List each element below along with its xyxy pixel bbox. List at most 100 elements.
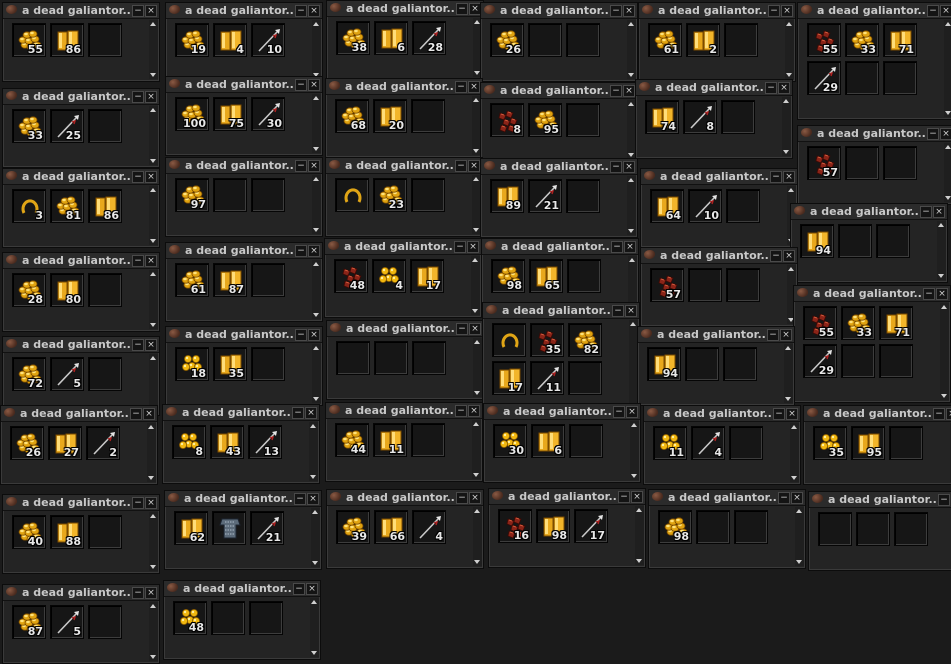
scroll-up-arrow-icon[interactable] [938,223,944,227]
loot-window[interactable]: a dead galiantor... − × 26 [480,2,638,82]
item-slot[interactable] [688,268,722,302]
close-button[interactable]: × [781,5,793,17]
minimize-button[interactable]: − [612,305,624,317]
loot-window[interactable]: a dead galiantor... − × 18 35 [165,326,323,406]
item-slot[interactable] [723,347,757,381]
close-button[interactable]: × [308,79,320,91]
window-titlebar[interactable]: a dead galiantor...−× [638,327,794,343]
scroll-up-arrow-icon[interactable] [472,258,478,262]
scroll-down-arrow-icon[interactable] [313,397,319,401]
minimize-button[interactable]: − [132,587,144,599]
loot-window[interactable]: a dead galiantor... − × 61 2 [638,2,796,82]
item-slot[interactable]: 40 [12,515,46,549]
scroll-up-arrow-icon[interactable] [473,177,479,181]
minimize-button[interactable]: − [927,5,939,17]
minimize-button[interactable]: − [610,161,622,173]
scroll-down-arrow-icon[interactable] [628,229,634,233]
item-slot[interactable]: 74 [645,100,679,134]
scroll-up-arrow-icon[interactable] [474,509,480,513]
item-slot[interactable]: 43 [210,425,244,459]
minimize-button[interactable]: − [456,492,468,504]
item-slot[interactable]: 17 [574,509,608,543]
minimize-button[interactable]: − [613,406,625,418]
loot-window[interactable]: a dead galiantor... − × 55 86 [2,2,160,82]
scroll-up-arrow-icon[interactable] [312,510,318,514]
window-titlebar[interactable]: a dead galiantor...−× [327,321,483,337]
item-slot[interactable]: 8 [490,103,524,137]
item-slot[interactable]: 10 [251,23,285,57]
loot-window[interactable]: a dead galiantor... − × 100 75 30 [165,76,323,156]
item-slot[interactable] [841,344,875,378]
close-button[interactable]: × [306,583,318,595]
close-button[interactable]: × [946,408,951,420]
close-button[interactable]: × [468,160,480,172]
loot-window[interactable]: a dead galiantor... − × 94 [637,326,795,406]
window-titlebar[interactable]: a dead galiantor...−× [489,489,645,505]
loot-window[interactable]: a dead galiantor... − × 55 33 71 29 [797,2,951,120]
window-titlebar[interactable]: a dead galiantor...−× [166,158,322,174]
item-slot[interactable]: 11 [653,426,687,460]
window-titlebar[interactable]: a dead galiantor...−× [791,204,947,220]
item-slot[interactable]: 57 [650,268,684,302]
item-slot[interactable]: 4 [412,510,446,544]
scroll-up-arrow-icon[interactable] [150,22,156,26]
scroll-up-arrow-icon[interactable] [313,177,319,181]
minimize-button[interactable]: − [292,407,304,419]
item-slot[interactable] [88,273,122,307]
window-scrollbar[interactable] [312,94,321,153]
scroll-up-arrow-icon[interactable] [474,340,480,344]
scroll-up-arrow-icon[interactable] [310,424,316,428]
close-button[interactable]: × [143,408,155,420]
loot-window[interactable]: a dead galiantor... − × 68 20 [325,78,483,158]
item-slot[interactable]: 2 [86,426,120,460]
item-slot[interactable]: 72 [12,357,46,391]
close-button[interactable]: × [778,82,790,94]
close-button[interactable]: × [626,406,638,418]
loot-window[interactable]: a dead galiantor... − × 57 [797,125,951,205]
window-titlebar[interactable]: a dead galiantor...−× [327,1,483,17]
loot-window[interactable]: a dead galiantor... − × 87 5 [2,584,160,664]
minimize-button[interactable]: − [132,171,144,183]
window-scrollbar[interactable] [940,303,949,400]
window-titlebar[interactable]: a dead galiantor...−× [636,80,792,96]
item-slot[interactable]: 55 [12,23,46,57]
window-scrollbar[interactable] [635,506,644,565]
scroll-down-arrow-icon[interactable] [938,274,944,278]
scroll-up-arrow-icon[interactable] [313,262,319,266]
scroll-up-arrow-icon[interactable] [150,188,156,192]
loot-window[interactable]: a dead galiantor... − × 40 88 [2,494,160,574]
item-slot[interactable]: 95 [528,103,562,137]
window-scrollbar[interactable] [795,507,804,566]
item-slot[interactable]: 23 [373,178,407,212]
item-slot[interactable] [213,178,247,212]
loot-window[interactable]: a dead galiantor... − × 8 43 13 [162,404,320,484]
window-scrollbar[interactable] [627,176,636,235]
scroll-up-arrow-icon[interactable] [783,99,789,103]
scroll-down-arrow-icon[interactable] [941,394,947,398]
item-slot[interactable]: 17 [492,361,526,395]
scroll-down-arrow-icon[interactable] [150,655,156,659]
scroll-up-arrow-icon[interactable] [629,258,635,262]
scroll-up-arrow-icon[interactable] [796,509,802,513]
window-titlebar[interactable]: a dead galiantor...−× [482,239,638,255]
item-slot[interactable] [566,179,600,213]
item-slot[interactable]: 100 [175,97,209,131]
item-slot[interactable] [567,259,601,293]
scroll-down-arrow-icon[interactable] [631,474,637,478]
item-slot[interactable] [411,178,445,212]
loot-window[interactable]: a dead galiantor... − × 74 8 [635,79,793,159]
loot-window[interactable]: a dead galiantor... − × 3 81 86 [2,168,160,248]
item-slot[interactable]: 17 [410,259,444,293]
minimize-button[interactable]: − [132,255,144,267]
item-slot[interactable]: 97 [175,178,209,212]
window-titlebar[interactable]: a dead galiantor...−× [1,406,157,422]
loot-window[interactable]: a dead galiantor... − × 97 [165,157,323,237]
window-titlebar[interactable]: a dead galiantor...−× [798,126,951,142]
close-button[interactable]: × [468,81,480,93]
item-slot[interactable] [88,23,122,57]
minimize-button[interactable]: − [456,3,468,15]
close-button[interactable]: × [469,492,481,504]
loot-window[interactable]: a dead galiantor... − × 72 5 [2,336,160,416]
loot-window[interactable]: a dead galiantor...−× [326,320,484,400]
scroll-up-arrow-icon[interactable] [473,98,479,102]
